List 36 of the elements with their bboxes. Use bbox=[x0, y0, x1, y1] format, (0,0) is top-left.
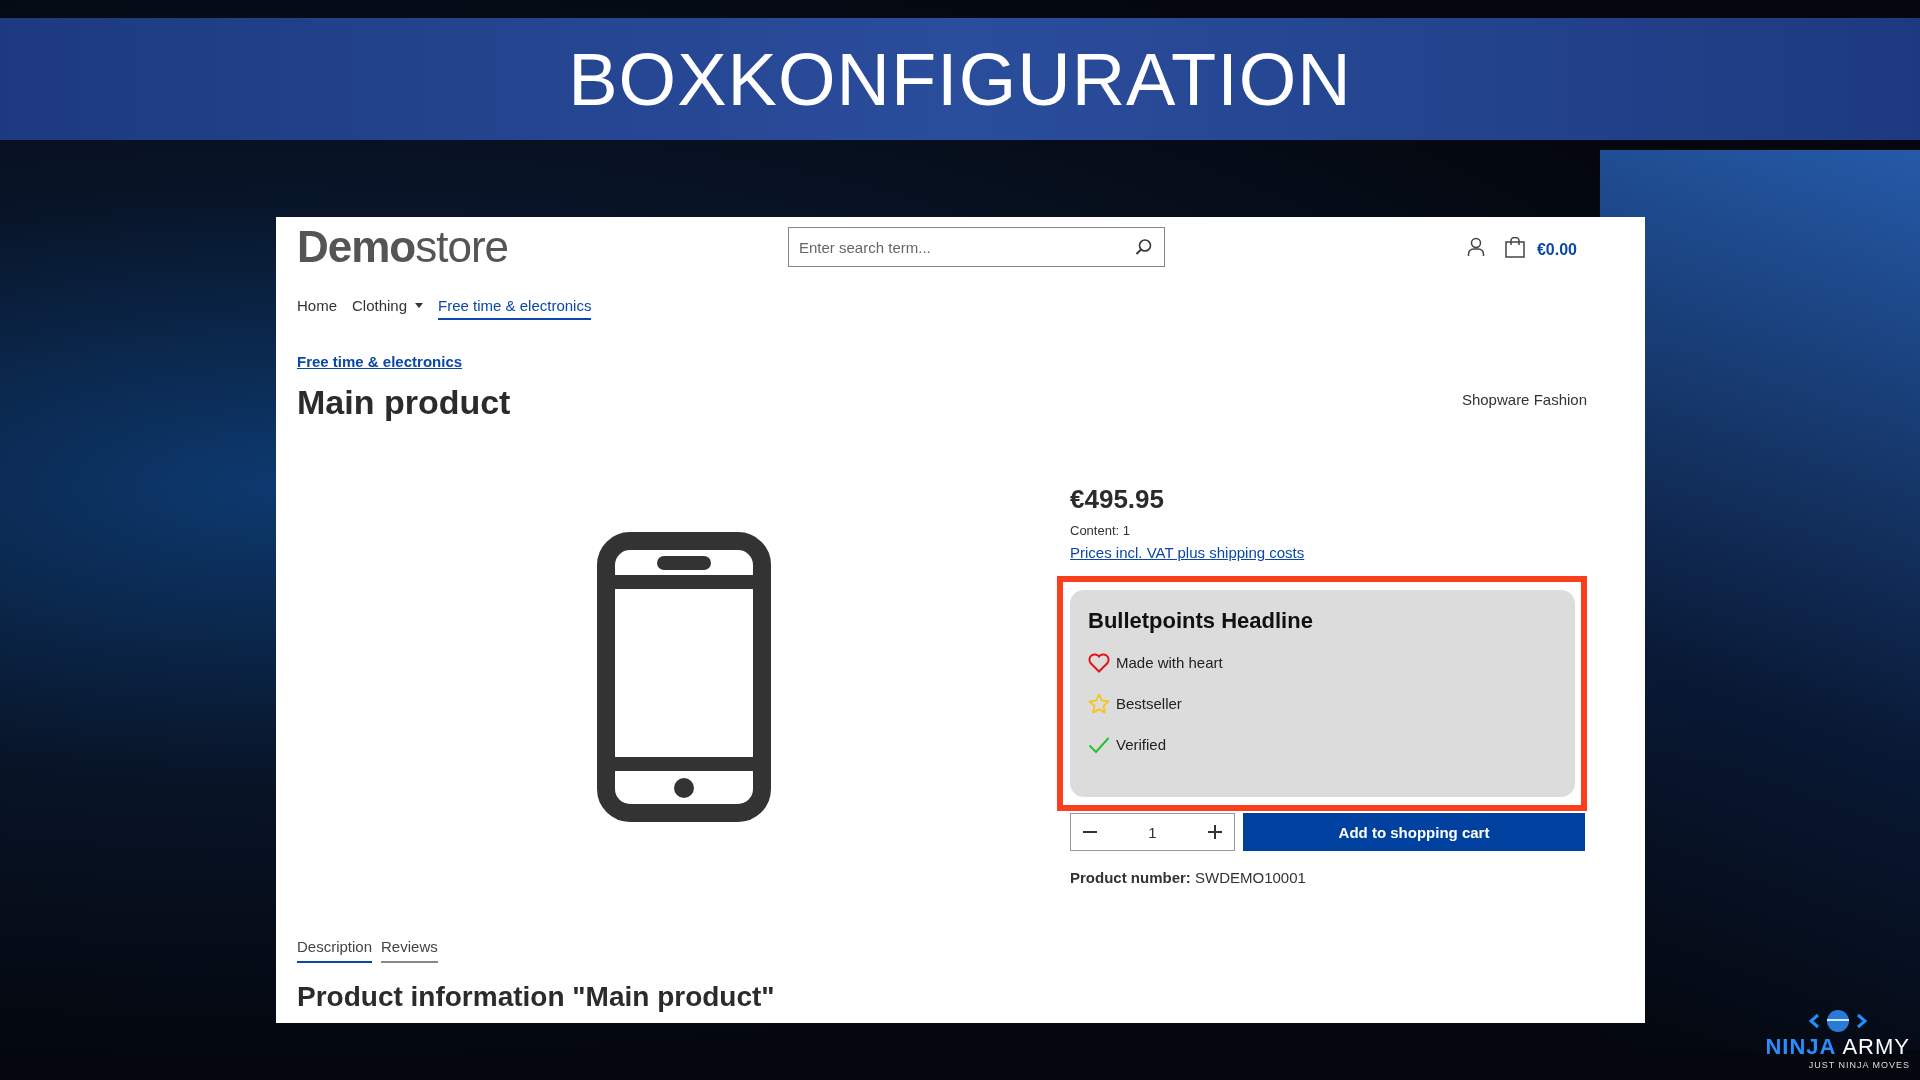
smartphone-icon bbox=[596, 532, 771, 822]
store-logo[interactable]: Demostore bbox=[297, 222, 788, 272]
product-title: Main product bbox=[297, 383, 511, 422]
add-to-cart-button[interactable]: Add to shopping cart bbox=[1243, 813, 1585, 851]
breadcrumb-link[interactable]: Free time & electronics bbox=[297, 353, 463, 370]
cart-total[interactable]: €0.00 bbox=[1536, 241, 1577, 259]
search-field[interactable]: Enter search term... bbox=[788, 227, 1165, 267]
bulletpoint-text: Bestseller bbox=[1116, 695, 1182, 712]
tab[interactable]: Reviews bbox=[381, 938, 438, 963]
brand-name: ARMY bbox=[1842, 1034, 1910, 1060]
product-price: €495.95 bbox=[1070, 484, 1164, 515]
plus-icon[interactable] bbox=[1208, 825, 1222, 839]
shopping-bag-icon[interactable] bbox=[1504, 236, 1525, 258]
star-icon bbox=[1088, 692, 1110, 715]
brand-logo-icon bbox=[1807, 1008, 1868, 1034]
banner-title: BOXKONFIGURATION bbox=[568, 36, 1352, 122]
quantity-field[interactable]: 1 bbox=[1070, 813, 1235, 851]
heart-icon bbox=[1088, 652, 1110, 673]
nav-link[interactable]: Home bbox=[297, 297, 337, 320]
nav-link[interactable]: Free time & electronics bbox=[438, 297, 592, 320]
nav-link[interactable]: Clothing bbox=[352, 297, 424, 320]
content-info: Content: 1 bbox=[1070, 523, 1130, 538]
caret-icon bbox=[415, 303, 424, 308]
product-number: Product number: SWDEMO10001 bbox=[1070, 869, 1306, 886]
checkmark-icon bbox=[1088, 735, 1110, 754]
brand-name: NINJA bbox=[1765, 1034, 1837, 1060]
section-heading: Product information "Main product" bbox=[297, 981, 776, 1013]
brand-tagline: JUST NINJA MOVES bbox=[1808, 1060, 1910, 1070]
bulletpoint-text: Verified bbox=[1116, 736, 1167, 753]
bulletpoint-text: Made with heart bbox=[1116, 654, 1223, 671]
user-icon[interactable] bbox=[1466, 237, 1485, 257]
tab[interactable]: Description bbox=[297, 938, 373, 963]
manufacturer-name: Shopware Fashion bbox=[1461, 391, 1587, 408]
bulletpoints-headline: Bulletpoints Headline bbox=[1088, 608, 1314, 634]
tax-shipping-link[interactable]: Prices incl. VAT plus shipping costs bbox=[1070, 544, 1305, 561]
search-icon[interactable] bbox=[1135, 238, 1153, 256]
